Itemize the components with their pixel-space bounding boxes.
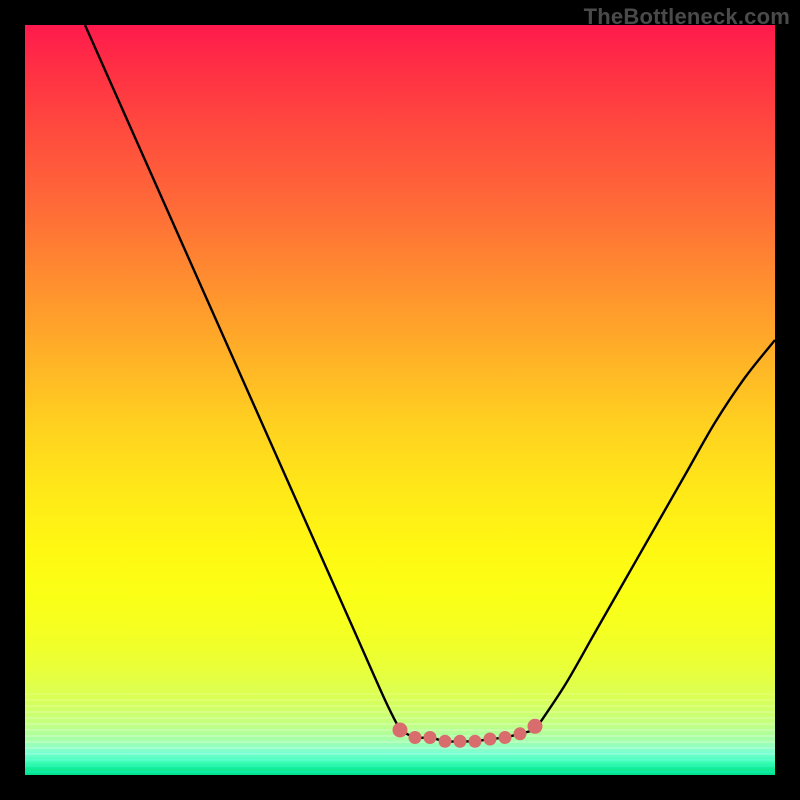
right-branch-path	[535, 340, 775, 730]
floor-marker-dot	[469, 735, 482, 748]
plot-area	[25, 25, 775, 775]
chart-stage: TheBottleneck.com	[0, 0, 800, 800]
floor-marker-dot	[528, 719, 543, 734]
floor-marker-dot	[484, 733, 497, 746]
floor-marker-dot	[393, 723, 408, 738]
floor-marker-dot	[424, 731, 437, 744]
floor-marker-dot	[409, 731, 422, 744]
curve-layer	[25, 25, 775, 775]
left-branch-path	[85, 25, 400, 730]
floor-marker-dot	[499, 731, 512, 744]
floor-marker-group	[393, 719, 543, 748]
floor-marker-dot	[454, 735, 467, 748]
floor-marker-dot	[439, 735, 452, 748]
floor-marker-dot	[514, 727, 527, 740]
